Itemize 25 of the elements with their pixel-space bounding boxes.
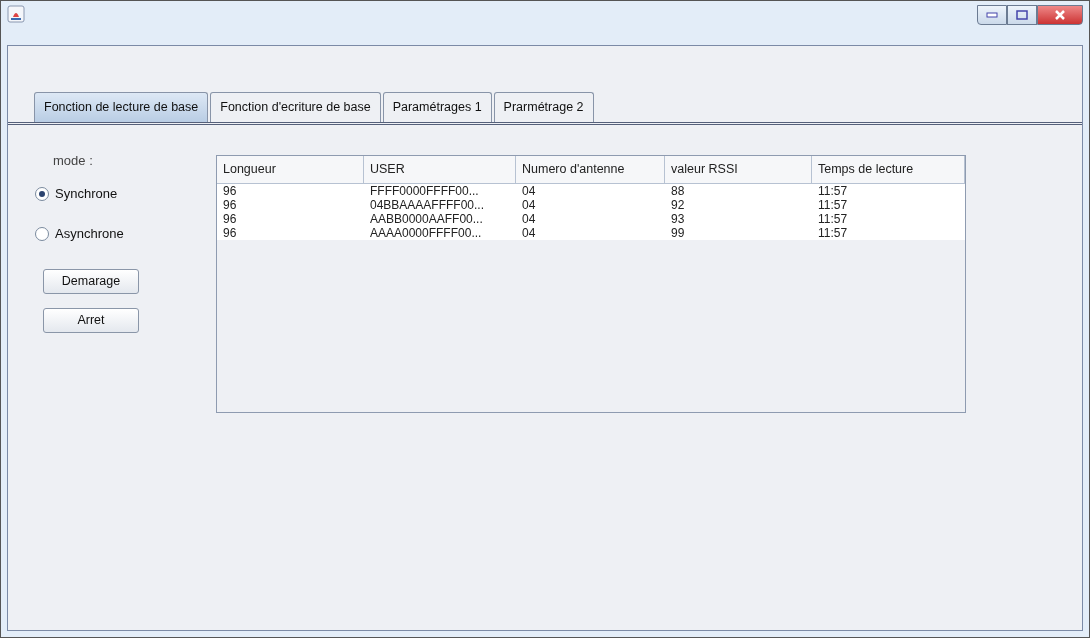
close-icon xyxy=(1054,10,1066,20)
app-icon xyxy=(7,5,25,23)
mode-label: mode : xyxy=(53,151,94,170)
column-header[interactable]: Temps de lecture xyxy=(812,155,965,184)
radio-label: Asynchrone xyxy=(55,224,124,243)
column-header[interactable]: Numero d'antenne xyxy=(516,155,665,184)
maximize-icon xyxy=(1016,10,1028,20)
tab[interactable]: Paramétrages 1 xyxy=(382,92,492,122)
start-button[interactable]: Demarage xyxy=(43,269,139,295)
tab[interactable]: Fonction de lecture de base xyxy=(34,92,209,122)
radio-button[interactable] xyxy=(35,226,49,241)
minimize-icon xyxy=(986,12,998,18)
column-header[interactable]: Longueur xyxy=(217,155,364,184)
maximize-button[interactable] xyxy=(1007,5,1037,25)
radio-option[interactable]: Synchrone xyxy=(35,184,190,204)
minimize-button[interactable] xyxy=(977,5,1007,25)
column-header[interactable]: valeur RSSI xyxy=(665,155,812,184)
stop-button[interactable]: Arret xyxy=(43,308,139,334)
close-button[interactable] xyxy=(1037,5,1083,25)
radio-button[interactable] xyxy=(35,187,49,201)
radio-label: Synchrone xyxy=(55,185,118,204)
tab[interactable]: Fonction d'ecriture de base xyxy=(210,92,381,122)
column-header[interactable]: USER xyxy=(364,155,516,184)
radio-option[interactable]: Asynchrone xyxy=(35,223,190,244)
tab[interactable]: Prarmétrage 2 xyxy=(493,92,594,122)
